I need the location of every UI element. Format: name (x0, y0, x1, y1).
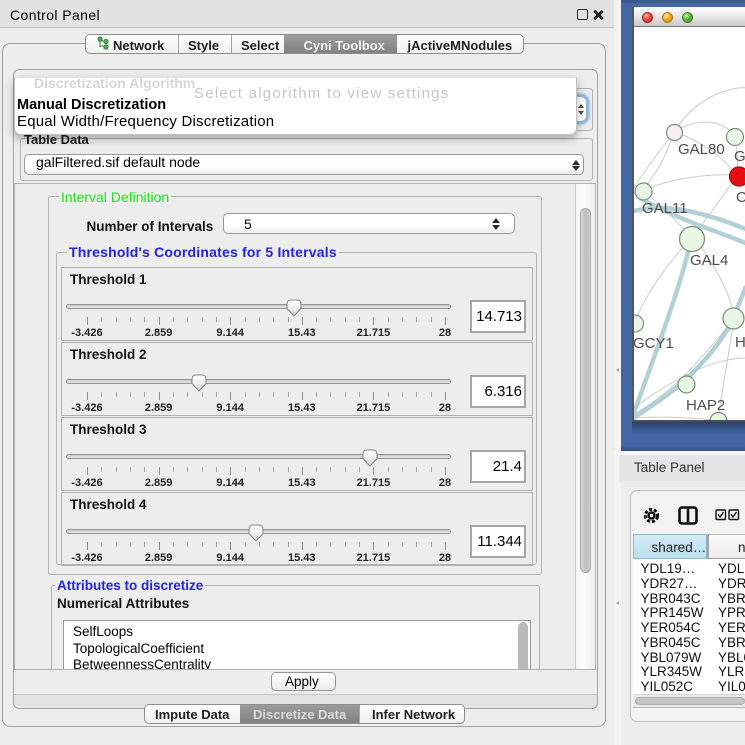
svg-text:C: C (736, 189, 745, 206)
svg-text:H: H (735, 334, 745, 351)
svg-text:GAL80: GAL80 (678, 141, 725, 158)
svg-text:GAL11: GAL11 (642, 200, 688, 217)
svg-text:GAL4: GAL4 (690, 252, 728, 269)
svg-text:GCY1: GCY1 (634, 335, 674, 352)
svg-text:G.: G. (734, 148, 745, 165)
svg-text:HAP2: HAP2 (686, 397, 725, 414)
